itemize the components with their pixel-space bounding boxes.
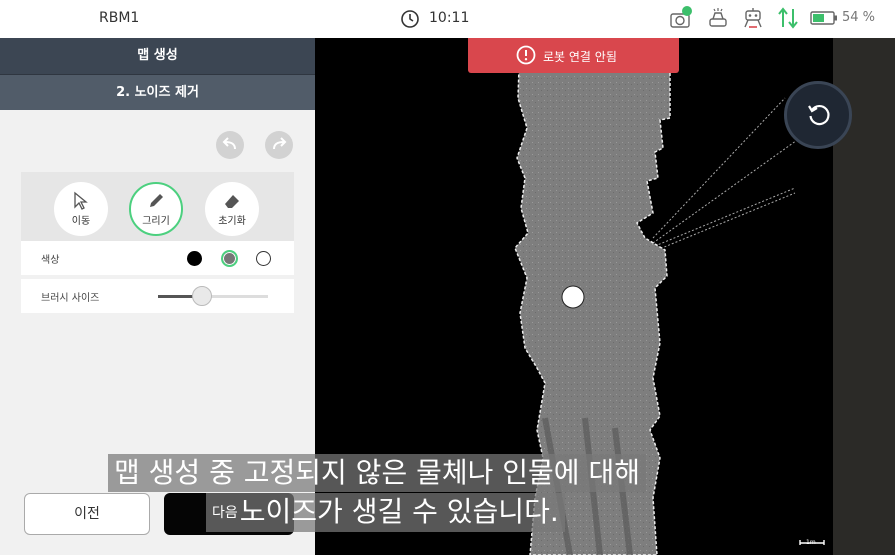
tool-selector: 이동 그리기 초기화	[21, 172, 294, 241]
move-tool-button[interactable]: 이동	[54, 182, 108, 236]
color-swatch-gray[interactable]	[221, 250, 238, 267]
brush-size-label: 브러시 사이즈	[41, 293, 100, 304]
color-label: 색상	[41, 255, 60, 266]
slider-handle[interactable]	[192, 286, 212, 306]
warning-icon	[516, 45, 536, 65]
refresh-button[interactable]	[784, 81, 852, 149]
redo-icon	[273, 137, 287, 150]
battery-percent: 54 %	[842, 10, 876, 25]
refresh-icon	[808, 104, 830, 126]
previous-button[interactable]: 이전	[24, 493, 150, 535]
redo-button[interactable]	[265, 131, 293, 159]
brush-size-row: 브러시 사이즈	[21, 279, 294, 313]
color-swatch-white[interactable]	[256, 251, 271, 266]
device-name: RBM1	[99, 10, 140, 26]
reset-tool-label: 초기화	[218, 216, 246, 227]
reset-tool-button[interactable]: 초기화	[205, 182, 259, 236]
map-scale: 1m	[798, 532, 826, 548]
clock-icon	[401, 10, 419, 28]
subtitle-line-2: 다음노이즈가 생길 수 있습니다.	[206, 493, 565, 532]
subtitle-line-1: 맵 생성 중 고정되지 않은 물체나 인물에 대해	[108, 454, 646, 492]
move-tool-label: 이동	[71, 216, 91, 227]
subtitle-line-2-text: 노이즈가 생길 수 있습니다.	[239, 495, 559, 528]
status-bar: RBM1 10:11 54 %	[0, 0, 895, 38]
brush-size-slider[interactable]	[158, 286, 268, 306]
step-title: 2. 노이즈 제거	[0, 74, 315, 110]
color-row: 색상	[21, 241, 294, 275]
data-transfer-icon	[778, 7, 798, 29]
battery-icon	[810, 11, 837, 25]
next-button-label: 다음	[212, 505, 238, 521]
connection-alert: 로봇 연결 안됨	[468, 38, 679, 73]
status-time: 10:11	[429, 10, 470, 26]
undo-icon	[222, 137, 236, 150]
vacuum-icon	[709, 8, 727, 27]
scale-label: 1m	[806, 539, 816, 546]
eraser-icon	[225, 195, 239, 208]
pencil-icon	[150, 194, 163, 207]
robot-icon	[744, 8, 762, 28]
app-screen: RBM1 10:11 54 % 맵 생성 2. 노이즈 제거 이동 그리기 초기…	[0, 0, 895, 555]
panel-title: 맵 생성	[0, 38, 315, 74]
cursor-icon	[74, 191, 88, 210]
draw-tool-button[interactable]: 그리기	[129, 182, 183, 236]
color-swatch-black[interactable]	[187, 251, 202, 266]
draw-tool-label: 그리기	[142, 216, 170, 227]
undo-button[interactable]	[216, 131, 244, 159]
camera-icon	[670, 6, 692, 28]
alert-text: 로봇 연결 안됨	[543, 50, 617, 64]
